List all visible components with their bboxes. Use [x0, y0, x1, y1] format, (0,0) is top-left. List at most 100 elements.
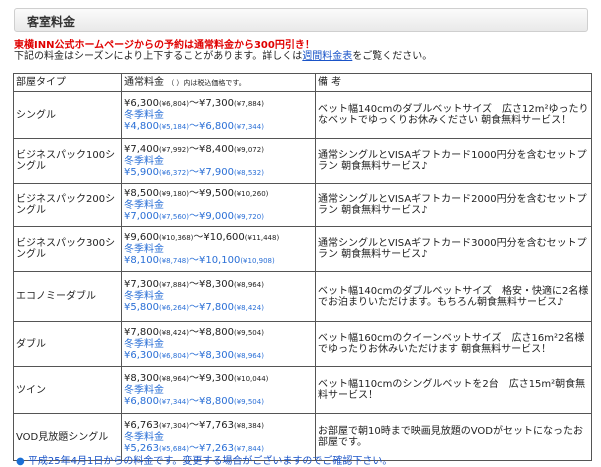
normal-from: ¥6,300 [124, 97, 159, 109]
winter-from: ¥6,300 [124, 349, 159, 361]
winter-to: ¥8,300 [198, 349, 234, 361]
winter-label: 冬季料金 [124, 199, 164, 211]
normal-to: ¥7,763 [198, 419, 234, 431]
season-notice-text: 下記の料金はシーズンにより上下することがあります。詳しくは [14, 51, 303, 62]
normal-from-tax: (¥7,992) [159, 145, 189, 154]
normal-from: ¥8,500 [124, 187, 159, 199]
winter-from-tax: (¥5,184) [159, 122, 189, 131]
rate-table: 部屋タイプ 通常料金 （ ）内は税込価格です。 備 考 シングル ¥6,300(¥… [13, 73, 592, 461]
price-cell: ¥7,300(¥7,884)〜¥8,300(¥8,964) 冬季料金 ¥5,800(… [121, 271, 316, 322]
range-tilde: 〜 [188, 302, 199, 313]
normal-to-tax: (¥11,448) [244, 233, 280, 242]
room-notes: 通常シングルとVISAギフトカード3000円分を含むセットプラン 朝食無料サービ… [315, 226, 592, 272]
room-type: シングル [13, 91, 122, 139]
normal-from: ¥9,600 [124, 231, 159, 243]
winter-price: ¥6,300(¥6,804)〜¥8,300(¥8,964) [124, 350, 313, 362]
normal-to-tax: (¥7,884) [233, 99, 264, 108]
range-tilde: 〜 [188, 349, 199, 361]
normal-to: ¥8,800 [198, 326, 234, 338]
price-cell: ¥6,300(¥6,804)〜¥7,300(¥7,884) 冬季料金 ¥4,800(… [121, 91, 316, 139]
footer-note: ● 平成25年4月1日からの料金です。変更する場合がございますのでご確認下さい。 [16, 452, 392, 467]
normal-from-tax: (¥8,964) [159, 374, 189, 383]
winter-from: ¥4,800 [124, 120, 159, 132]
winter-price: ¥4,800(¥5,184)〜¥6,800(¥7,344) [124, 121, 313, 133]
price-cell: ¥7,400(¥7,992)〜¥8,400(¥9,072) 冬季料金 ¥5,900(… [121, 138, 316, 184]
section-header: 客室料金 [14, 8, 588, 32]
normal-to-tax: (¥9,072) [233, 145, 264, 154]
winter-price: ¥6,800(¥7,344)〜¥8,800(¥9,504) [124, 396, 313, 408]
winter-to-tax: (¥9,720) [233, 212, 264, 221]
price-cell: ¥9,600(¥10,368)〜¥10,600(¥11,448) 冬季料金 ¥8,1… [121, 226, 316, 272]
normal-from: ¥7,400 [124, 143, 159, 155]
discount-notice: 東横INN公式ホームページからの予約は通常料金から300円引き！ [14, 40, 315, 51]
winter-label: 冬季料金 [124, 291, 164, 302]
normal-price: ¥6,300(¥6,804)〜¥7,300(¥7,884) [124, 98, 313, 110]
winter-from-tax: (¥7,560) [159, 212, 189, 221]
room-type: ビジネスパック300シングル [13, 226, 122, 272]
room-type: エコノミーダブル [13, 271, 122, 322]
winter-label: 冬季料金 [124, 338, 164, 350]
weekly-rate-link[interactable]: 週間料金表 [302, 51, 352, 62]
normal-price: ¥6,763(¥7,304)〜¥7,763(¥8,384) [124, 420, 313, 432]
winter-to-tax: (¥8,424) [233, 304, 264, 312]
normal-to-tax: (¥9,504) [233, 328, 264, 337]
normal-from-tax: (¥7,884) [159, 281, 189, 289]
rate-table-body: シングル ¥6,300(¥6,804)〜¥7,300(¥7,884) 冬季料金 ¥4,… [13, 91, 592, 461]
room-notes: ベット幅110cmのシングルベットを2台 広さ15m²朝食無料サービス！ [315, 366, 592, 414]
header-price: 通常料金 （ ）内は税込価格です。 [121, 73, 316, 92]
normal-from-tax: (¥10,368) [159, 233, 194, 242]
header-room-type: 部屋タイプ [13, 73, 122, 92]
winter-to: ¥7,900 [198, 166, 234, 178]
winter-to: ¥6,800 [198, 120, 234, 132]
table-header-row: 部屋タイプ 通常料金 （ ）内は税込価格です。 備 考 [13, 73, 592, 92]
range-tilde: 〜 [188, 210, 199, 222]
season-notice: 下記の料金はシーズンにより上下することがあります。詳しくは週間料金表をご覧くださ… [14, 51, 594, 62]
section-title: 客室料金 [27, 15, 76, 29]
table-row: ビジネスパック200シングル ¥8,500(¥9,180)〜¥9,500(¥10,… [13, 183, 592, 227]
winter-from-tax: (¥7,344) [159, 397, 189, 406]
room-type: ツイン [13, 366, 122, 414]
winter-label: 冬季料金 [124, 243, 164, 255]
normal-price: ¥7,300(¥7,884)〜¥8,300(¥8,964) [124, 279, 313, 291]
price-cell: ¥7,800(¥8,424)〜¥8,800(¥9,504) 冬季料金 ¥6,300(… [121, 321, 316, 367]
range-tilde: 〜 [188, 143, 199, 155]
table-row: ビジネスパック100シングル ¥7,400(¥7,992)〜¥8,400(¥9,0… [13, 138, 592, 184]
winter-label: 冬季料金 [124, 431, 164, 443]
range-tilde: 〜 [188, 97, 199, 109]
room-type: ビジネスパック200シングル [13, 183, 122, 227]
range-tilde: 〜 [188, 326, 199, 338]
normal-from: ¥8,300 [124, 372, 159, 384]
season-notice-tail: をご覧ください。 [352, 51, 433, 62]
winter-price: ¥5,800(¥6,264)〜¥7,800(¥8,424) [124, 302, 313, 314]
range-tilde: 〜 [188, 395, 199, 407]
normal-from-tax: (¥8,424) [159, 328, 189, 337]
normal-to: ¥10,600 [203, 231, 245, 243]
normal-price: ¥9,600(¥10,368)〜¥10,600(¥11,448) [124, 232, 313, 244]
winter-to: ¥9,000 [198, 210, 234, 222]
winter-to: ¥8,800 [198, 395, 234, 407]
normal-to-tax: (¥8,384) [233, 421, 264, 430]
normal-from: ¥6,763 [124, 419, 159, 431]
range-tilde: 〜 [193, 231, 204, 243]
header-price-label: 通常料金 [124, 76, 164, 88]
winter-from: ¥6,800 [124, 395, 159, 407]
winter-from: ¥5,800 [124, 302, 159, 313]
range-tilde: 〜 [188, 254, 199, 266]
table-row: エコノミーダブル ¥7,300(¥7,884)〜¥8,300(¥8,964) 冬季料… [13, 271, 592, 322]
room-notes: ベット幅140cmのダブルベットサイズ 広さ12m²ゆったりなベットでゆっくりお… [315, 91, 592, 139]
normal-to: ¥8,400 [198, 143, 234, 155]
winter-label: 冬季料金 [124, 155, 164, 167]
normal-to: ¥8,300 [198, 279, 234, 290]
normal-from: ¥7,300 [124, 279, 159, 290]
winter-to-tax: (¥9,504) [233, 397, 264, 406]
table-row: ダブル ¥7,800(¥8,424)〜¥8,800(¥9,504) 冬季料金 ¥6,3… [13, 321, 592, 367]
winter-from: ¥5,900 [124, 166, 159, 178]
range-tilde: 〜 [188, 166, 199, 178]
header-notes: 備 考 [315, 73, 592, 92]
table-row: ビジネスパック300シングル ¥9,600(¥10,368)〜¥10,600(¥1… [13, 226, 592, 272]
normal-from: ¥7,800 [124, 326, 159, 338]
winter-from-tax: (¥6,372) [159, 168, 189, 177]
winter-to-tax: (¥8,964) [233, 351, 264, 360]
winter-to: ¥7,800 [198, 302, 234, 313]
normal-from-tax: (¥9,180) [159, 189, 189, 198]
